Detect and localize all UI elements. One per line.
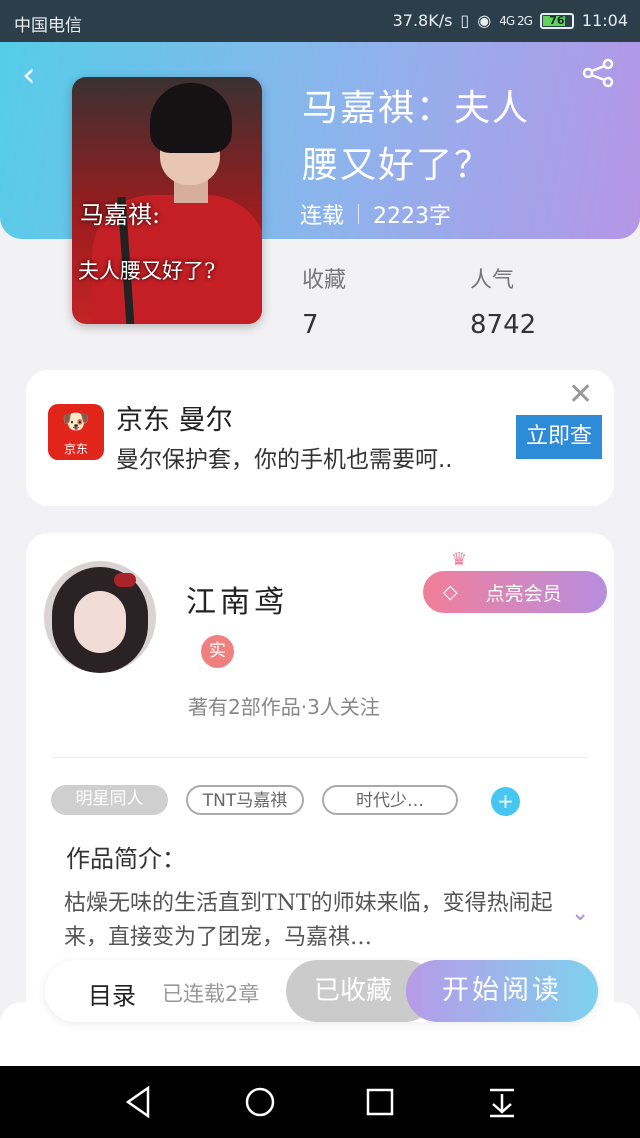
popularity-value: 8742 [470, 310, 537, 340]
close-icon[interactable]: ✕ [568, 380, 593, 410]
net-speed: 37.8K/s [392, 11, 453, 30]
eye-icon: ◉ [477, 11, 492, 30]
jd-dog-icon: 🐶 [62, 410, 90, 435]
diamond-icon: ◇ [443, 581, 458, 603]
add-tag-icon[interactable]: + [491, 787, 520, 816]
favorites-label: 收藏 [302, 268, 347, 293]
book-cover[interactable]: 马嘉祺: 夫人腰又好了? [72, 77, 262, 324]
popularity-label: 人气 [470, 268, 515, 293]
tag-item[interactable]: TNT马嘉祺 [186, 785, 304, 815]
notification-pull-icon[interactable] [482, 1084, 522, 1120]
intro-text: 枯燥无味的生活直到TNT的师妹来临，变得热闹起来，直接变为了团宠，马嘉祺… [64, 891, 553, 950]
recents-nav-icon[interactable] [360, 1084, 400, 1120]
tag-item[interactable]: 时代少… [322, 785, 458, 815]
battery-icon: 76 [539, 12, 574, 29]
status-bar: 中国电信 37.8K/s ▯ ◉ 4G 2G 76 11:04 [0, 0, 640, 42]
cover-text-2: 夫人腰又好了? [78, 259, 216, 283]
ad-title: 京东 曼尔 [116, 405, 233, 436]
book-title: 马嘉祺：夫人 腰又好了？ [302, 88, 531, 186]
intro-label: 作品简介： [66, 845, 186, 873]
ad-banner[interactable]: 🐶 京东 京东 曼尔 曼尔保护套，你的手机也需要呵.. ✕ 立即查 [26, 370, 614, 506]
signal-icon: 4G 2G [499, 13, 533, 28]
home-nav-icon[interactable] [240, 1084, 280, 1120]
back-icon[interactable]: ‹ [22, 58, 36, 92]
word-count: 2223字 [373, 204, 452, 229]
crown-icon: ♛ [451, 549, 468, 570]
jd-logo: 🐶 京东 [48, 404, 104, 460]
ad-description: 曼尔保护套，你的手机也需要呵.. [116, 447, 453, 473]
author-avatar[interactable] [44, 561, 156, 673]
status-right: 37.8K/s ▯ ◉ 4G 2G 76 11:04 [393, 11, 628, 30]
carrier-name: 中国电信 [14, 16, 82, 36]
tag-item[interactable]: 明星同人 [51, 785, 168, 815]
book-info-card: 江南鸢 实 ♛ ◇ 点亮会员 著有2部作品·3人关注 明星同人 TNT马嘉祺 时… [26, 533, 614, 1033]
vibrate-icon: ▯ [460, 11, 470, 30]
serial-status: 连载 [300, 204, 345, 229]
chevron-down-icon[interactable]: ⌄ [571, 901, 589, 926]
vip-button[interactable]: ♛ ◇ 点亮会员 [423, 549, 607, 613]
divider [52, 757, 588, 758]
ad-action-button[interactable]: 立即查 [516, 415, 602, 459]
back-nav-icon[interactable] [118, 1084, 158, 1120]
system-nav-bar [0, 1066, 640, 1138]
chapter-count[interactable]: 已连载2章 [162, 978, 259, 1008]
author-works-info: 著有2部作品·3人关注 [188, 695, 380, 719]
verified-badge: 实 [201, 635, 234, 668]
start-reading-button[interactable]: 开始阅读 [406, 960, 598, 1022]
favorites-value: 7 [302, 310, 319, 340]
toc-button[interactable]: 目录 [88, 976, 136, 1011]
clock: 11:04 [581, 11, 628, 30]
cover-text-1: 马嘉祺: [80, 201, 161, 229]
book-meta: 连载 2223字 [300, 198, 451, 230]
author-name[interactable]: 江南鸢 [186, 577, 288, 621]
